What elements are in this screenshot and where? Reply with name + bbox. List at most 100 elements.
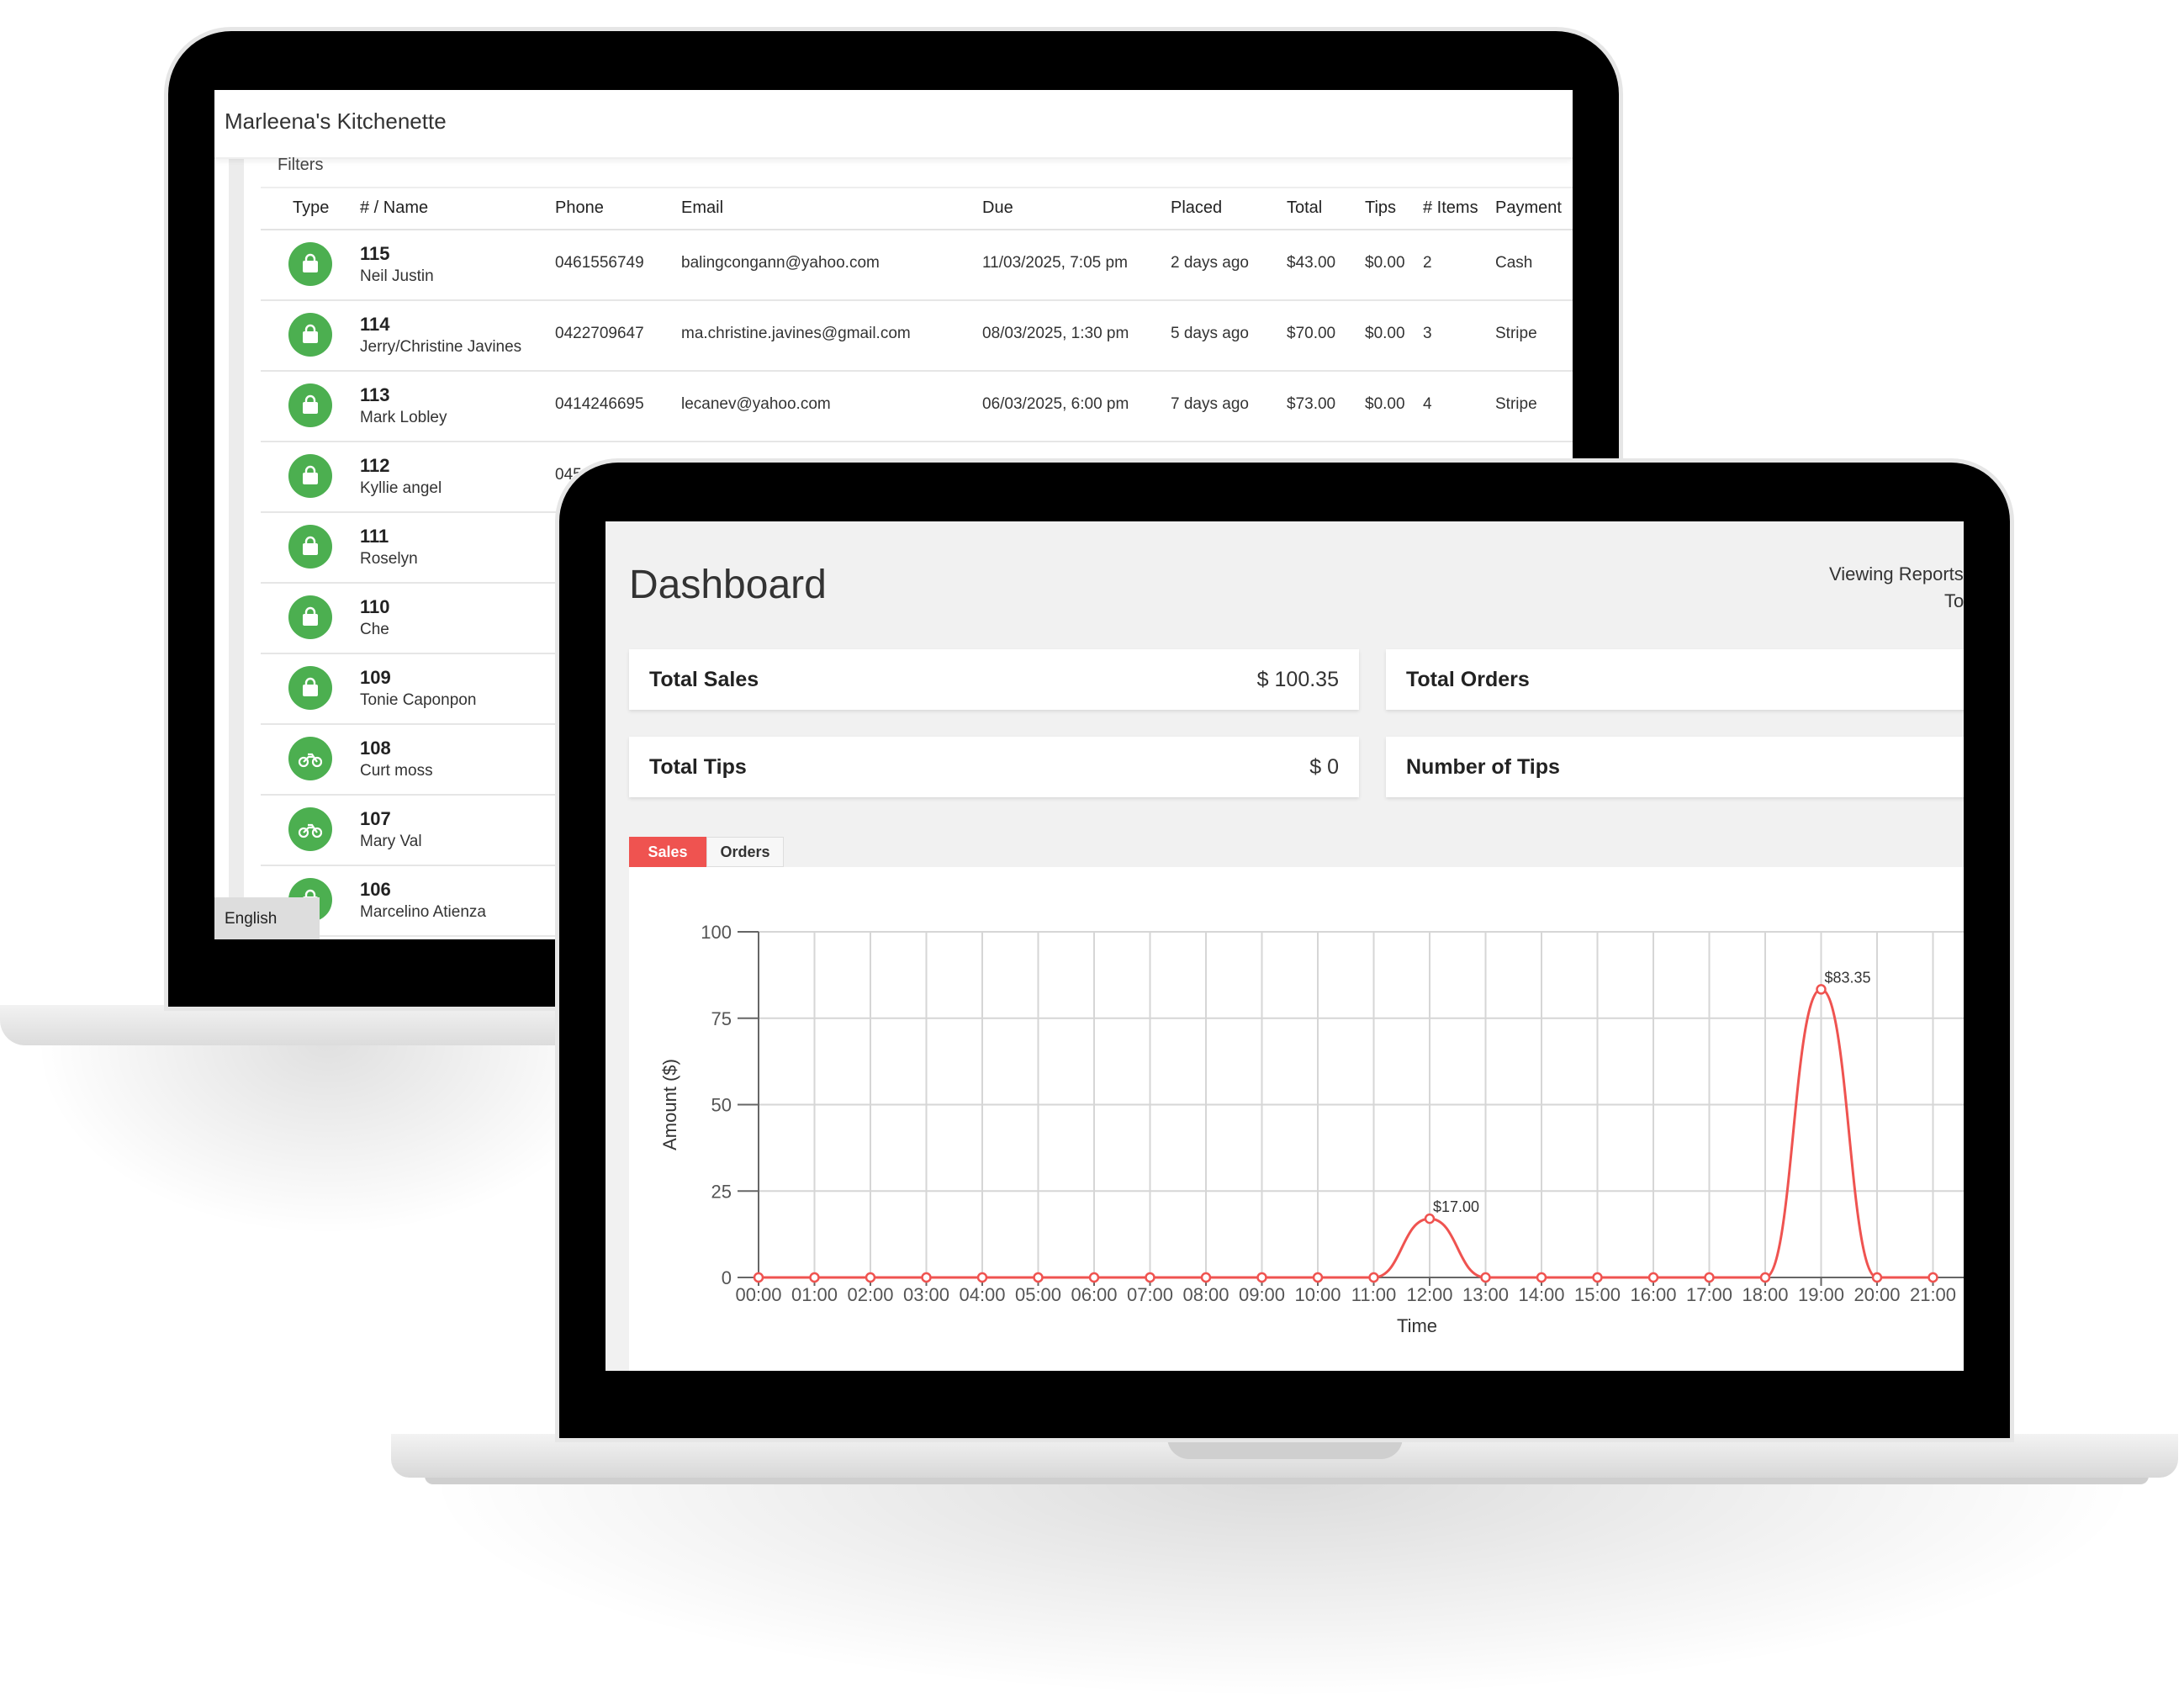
x-tick-label: 21:00 (1910, 1284, 1956, 1305)
email-cell: lecanev@yahoo.com (681, 395, 831, 413)
order-number: 112 (360, 455, 390, 476)
sales-series-line (759, 987, 1933, 1279)
column-header-placed[interactable]: Placed (1171, 198, 1222, 218)
x-tick-label: 01:00 (791, 1284, 838, 1305)
placed-cell: 5 days ago (1171, 325, 1249, 342)
due-cell: 08/03/2025, 1:30 pm (982, 325, 1129, 342)
data-point (1145, 1272, 1155, 1283)
data-point (1424, 1213, 1436, 1224)
laptop-front-shadow (420, 1480, 2144, 1699)
data-point (865, 1272, 876, 1283)
table-row[interactable]: 113 Mark Lobley 0414246695 lecanev@yahoo.co… (261, 372, 1573, 442)
customer-name: Marcelino Atienza (360, 903, 486, 921)
table-row[interactable]: 114 Jerry/Christine Javines 0422709647 ma.c… (261, 301, 1573, 372)
shopping-bag-icon (288, 313, 332, 357)
data-point (1312, 1272, 1324, 1283)
language-label: English (225, 910, 278, 928)
x-tick-label: 11:00 (1351, 1284, 1396, 1305)
data-point (1088, 1272, 1100, 1283)
total-sales-value: $ 100.35 (1256, 668, 1339, 691)
total-sales-label: Total Sales (649, 668, 759, 691)
data-point (921, 1272, 932, 1283)
column-header-tips[interactable]: Tips (1365, 198, 1396, 218)
tab-orders[interactable]: Orders (706, 837, 784, 867)
column-header-total[interactable]: Total (1287, 198, 1322, 218)
column-header-phone[interactable]: Phone (555, 198, 604, 218)
x-tick-label: 08:00 (1182, 1284, 1229, 1305)
x-tick-label: 19:00 (1798, 1284, 1844, 1305)
column-header-items[interactable]: # Items (1423, 198, 1478, 218)
x-axis-label: Time (1397, 1315, 1437, 1336)
order-number: 108 (360, 738, 391, 759)
restaurant-title: Marleena's Kitchenette (225, 108, 447, 134)
x-tick-label: 05:00 (1015, 1284, 1061, 1305)
app-header: Marleena's Kitchenette (214, 90, 1573, 159)
filters-toggle[interactable]: Filters (278, 156, 323, 175)
column-header-type[interactable]: Type (293, 198, 329, 218)
x-tick-label: 07:00 (1127, 1284, 1173, 1305)
number-of-tips-label: Number of Tips (1406, 755, 1560, 779)
y-tick-label: 75 (711, 1008, 732, 1029)
data-point (1256, 1272, 1267, 1283)
column-header-email[interactable]: Email (681, 198, 723, 218)
column-header-number-name[interactable]: # / Name (360, 198, 428, 218)
shopping-bag-icon (288, 595, 332, 639)
sales-line-chart: 0 25 50 75 100 00:00 01:00 02:00 03:00 04:00 05:00… (659, 922, 1964, 1336)
total-cell: $70.00 (1287, 325, 1336, 342)
motorbike-icon (288, 807, 332, 851)
dashboard-title: Dashboard (629, 563, 827, 607)
laptop-back-base (0, 1005, 589, 1045)
x-tick-label: 14:00 (1518, 1284, 1564, 1305)
total-tips-value: $ 0 (1309, 755, 1339, 779)
x-tick-label: 12:00 (1406, 1284, 1452, 1305)
column-header-payment[interactable]: Payment (1495, 198, 1562, 218)
language-selector[interactable]: English (214, 897, 320, 939)
data-point (1647, 1272, 1659, 1283)
payment-cell: Stripe (1495, 395, 1537, 413)
tab-sales[interactable]: Sales (629, 837, 706, 867)
chart-panel: 0 25 50 75 100 00:00 01:00 02:00 03:00 04:00 05:00… (629, 867, 1964, 1371)
data-point (1368, 1272, 1379, 1283)
data-label: $17.00 (1433, 1198, 1479, 1215)
data-point (1759, 1272, 1771, 1283)
x-tick-label: 03:00 (903, 1284, 949, 1305)
data-point (1536, 1272, 1547, 1283)
x-tick-label: 06:00 (1071, 1284, 1117, 1305)
customer-name: Kyllie angel (360, 479, 442, 497)
phone-cell: 0461556749 (555, 254, 644, 272)
customer-name: Roselyn (360, 550, 418, 568)
x-tick-label: 15:00 (1574, 1284, 1621, 1305)
data-point (1480, 1272, 1491, 1283)
x-tick-label: 10:00 (1294, 1284, 1341, 1305)
y-axis-label: Amount ($) (659, 1059, 680, 1150)
column-header-due[interactable]: Due (982, 198, 1013, 218)
email-cell: ma.christine.javines@gmail.com (681, 325, 911, 342)
items-cell: 3 (1423, 325, 1432, 342)
tips-cell: $0.00 (1365, 254, 1405, 272)
items-cell: 4 (1423, 395, 1432, 413)
y-tick-label: 100 (701, 922, 732, 943)
shopping-bag-icon (288, 242, 332, 286)
table-row[interactable]: 115 Neil Justin 0461556749 balingcongann@ya… (261, 230, 1573, 301)
shopping-bag-icon (288, 666, 332, 710)
due-cell: 06/03/2025, 6:00 pm (982, 395, 1129, 413)
data-point (1928, 1272, 1938, 1283)
due-cell: 11/03/2025, 7:05 pm (982, 254, 1128, 272)
date-range-label[interactable]: To (1944, 590, 1964, 612)
total-cell: $43.00 (1287, 254, 1336, 272)
customer-name: Curt moss (360, 762, 433, 780)
x-tick-label: 16:00 (1630, 1284, 1676, 1305)
data-point (1592, 1272, 1603, 1283)
phone-cell: 0422709647 (555, 325, 644, 342)
data-label: $83.35 (1825, 969, 1871, 986)
customer-name: Mary Val (360, 833, 422, 850)
data-point (1704, 1272, 1715, 1283)
data-point (1871, 1272, 1883, 1283)
order-number: 111 (360, 526, 389, 547)
customer-name: Neil Justin (360, 267, 434, 285)
data-point (1816, 984, 1827, 995)
order-number: 110 (360, 596, 390, 617)
data-point (809, 1272, 820, 1283)
total-orders-label: Total Orders (1406, 668, 1530, 691)
shopping-bag-icon (288, 383, 332, 427)
